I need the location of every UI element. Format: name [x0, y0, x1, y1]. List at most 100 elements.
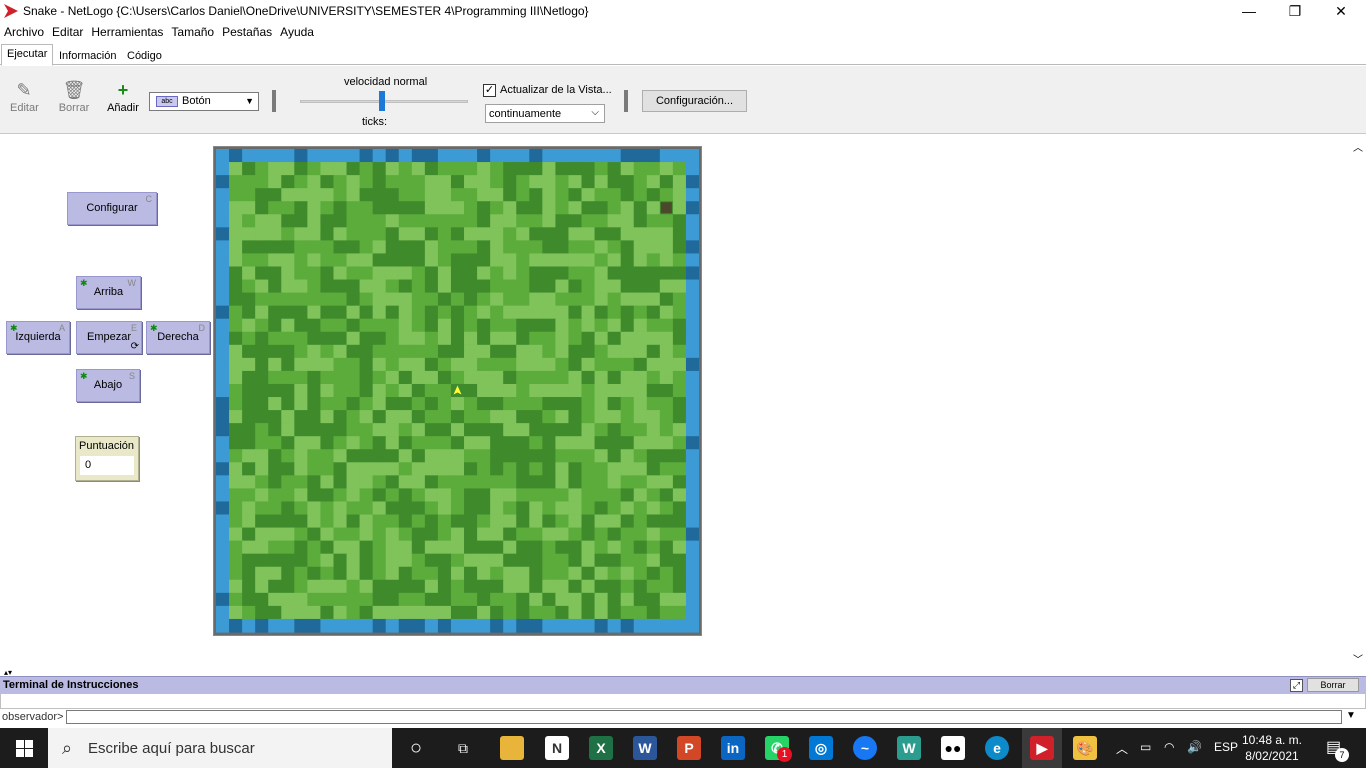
delete-button[interactable]: 🗑 Borrar [58, 80, 90, 114]
menu-pestanas[interactable]: Pestañas [218, 23, 276, 39]
tab-informacion[interactable]: Información [53, 46, 122, 66]
netlogo-app-icon[interactable]: N [545, 736, 569, 760]
grass-patch [555, 488, 570, 503]
grass-patch [255, 305, 269, 320]
taskbar-search[interactable]: ⌕ Escribe aquí para buscar [48, 728, 392, 768]
grass-patch [529, 475, 543, 489]
world-view[interactable] [213, 146, 702, 636]
grass-patch [503, 579, 517, 594]
grass-patch [359, 188, 374, 202]
battery-icon[interactable]: ▭ [1140, 740, 1151, 754]
maximize-button[interactable]: ❐ [1272, 2, 1318, 20]
grass-patch [359, 605, 374, 620]
media-app-icon[interactable]: ●● [941, 736, 965, 760]
grass-patch [659, 579, 674, 594]
water-patch [685, 553, 699, 568]
menu-archivo[interactable]: Archivo [0, 23, 48, 39]
tab-codigo[interactable]: Código [121, 46, 168, 66]
command-row: observador> ▼ [0, 709, 1366, 726]
derecha-button[interactable]: ✱ D Derecha [146, 321, 210, 354]
grass-patch [333, 331, 348, 346]
grass-patch [555, 592, 570, 607]
history-dropdown-icon[interactable]: ▼ [1346, 710, 1356, 721]
grass-patch [529, 305, 543, 320]
scroll-down-icon[interactable]: ﹀ [1353, 651, 1363, 666]
grass-patch [307, 592, 322, 607]
empezar-button[interactable]: E Empezar ⟳ [76, 321, 142, 354]
grass-patch [516, 605, 530, 620]
grass-patch [411, 292, 426, 307]
clock[interactable]: 10:48 a. m. 8/02/2021 [1240, 732, 1304, 764]
messenger-icon[interactable]: ~ [853, 736, 877, 760]
edge-icon[interactable]: e [985, 736, 1009, 760]
view-updates-checkbox[interactable]: ✓ [483, 84, 496, 97]
close-button[interactable]: ✕ [1318, 2, 1364, 20]
grass-patch [555, 227, 570, 241]
grass-patch [594, 331, 609, 346]
grass-patch [477, 540, 491, 555]
grass-patch [294, 514, 308, 529]
menu-tamano[interactable]: Tamaño [167, 23, 218, 39]
grass-patch [646, 253, 661, 268]
app-w-icon[interactable]: W [897, 736, 921, 760]
task-view-icon[interactable]: ⧉ [451, 736, 475, 760]
linkedin-icon[interactable]: in [721, 736, 745, 760]
menu-ayuda[interactable]: Ayuda [276, 23, 318, 39]
grass-patch [385, 214, 400, 228]
grass-patch [242, 370, 256, 385]
grass-patch [620, 240, 635, 255]
word-icon[interactable]: W [633, 736, 657, 760]
settings-button[interactable]: Configuración... [642, 90, 747, 112]
abajo-button[interactable]: ✱ S Abajo [76, 369, 140, 402]
minimize-button[interactable]: — [1226, 2, 1272, 20]
menu-editar[interactable]: Editar [48, 23, 87, 39]
izquierda-button[interactable]: ✱ A Izquierda [6, 321, 70, 354]
grass-patch [659, 397, 674, 411]
arriba-button[interactable]: ✱ W Arriba [76, 276, 141, 309]
tab-ejecutar[interactable]: Ejecutar [1, 44, 54, 66]
grass-patch [372, 514, 387, 529]
start-button[interactable] [0, 728, 48, 768]
excel-icon[interactable]: X [589, 736, 613, 760]
grass-patch [424, 383, 439, 398]
clear-button[interactable]: Borrar [1307, 678, 1359, 692]
wifi-icon[interactable]: ◠ [1164, 740, 1174, 754]
file-explorer-icon[interactable] [500, 736, 524, 760]
grass-patch [411, 605, 426, 620]
grass-patch [646, 370, 661, 385]
netlogo-taskbar-item[interactable]: ▶ [1022, 728, 1062, 768]
volume-icon[interactable]: 🔊 [1187, 740, 1202, 754]
edit-button[interactable]: ✎ Editar [10, 80, 39, 114]
grass-patch [516, 397, 530, 411]
scroll-up-icon[interactable]: ︿ [1353, 139, 1363, 154]
grass-patch [659, 292, 674, 307]
configurar-button[interactable]: C Configurar [67, 192, 157, 225]
expand-icon[interactable]: ⤢ [1290, 679, 1303, 692]
grass-patch [242, 279, 256, 294]
cortana-icon[interactable]: ○ [404, 736, 428, 760]
grass-patch [398, 279, 413, 294]
widget-type-select[interactable]: abc Botón ▼ [149, 92, 259, 111]
grass-patch [568, 605, 583, 620]
grass-patch [529, 592, 543, 607]
input-language[interactable]: ESP [1214, 740, 1238, 754]
paint-icon[interactable]: 🎨 [1073, 736, 1097, 760]
menu-herramientas[interactable]: Herramientas [87, 23, 167, 39]
grass-patch [333, 397, 348, 411]
agent-prompt[interactable]: observador> [2, 711, 63, 723]
grass-patch [607, 540, 622, 555]
grass-patch [320, 540, 335, 555]
command-input[interactable] [66, 710, 1342, 724]
tray-chevron-icon[interactable]: ︿ [1116, 740, 1128, 757]
add-button[interactable]: + Añadir [106, 80, 140, 114]
grass-patch [529, 383, 543, 398]
speed-slider-thumb[interactable] [379, 91, 385, 111]
water-patch [646, 149, 661, 163]
vertical-scrollbar[interactable]: ︿ ﹀ [1350, 135, 1366, 670]
instagram-icon[interactable]: ◎ [809, 736, 833, 760]
grass-patch [346, 175, 361, 189]
grass-patch [385, 357, 400, 372]
update-mode-select[interactable]: continuamente ⌵ [485, 104, 605, 123]
powerpoint-icon[interactable]: P [677, 736, 701, 760]
water-patch [685, 357, 699, 372]
